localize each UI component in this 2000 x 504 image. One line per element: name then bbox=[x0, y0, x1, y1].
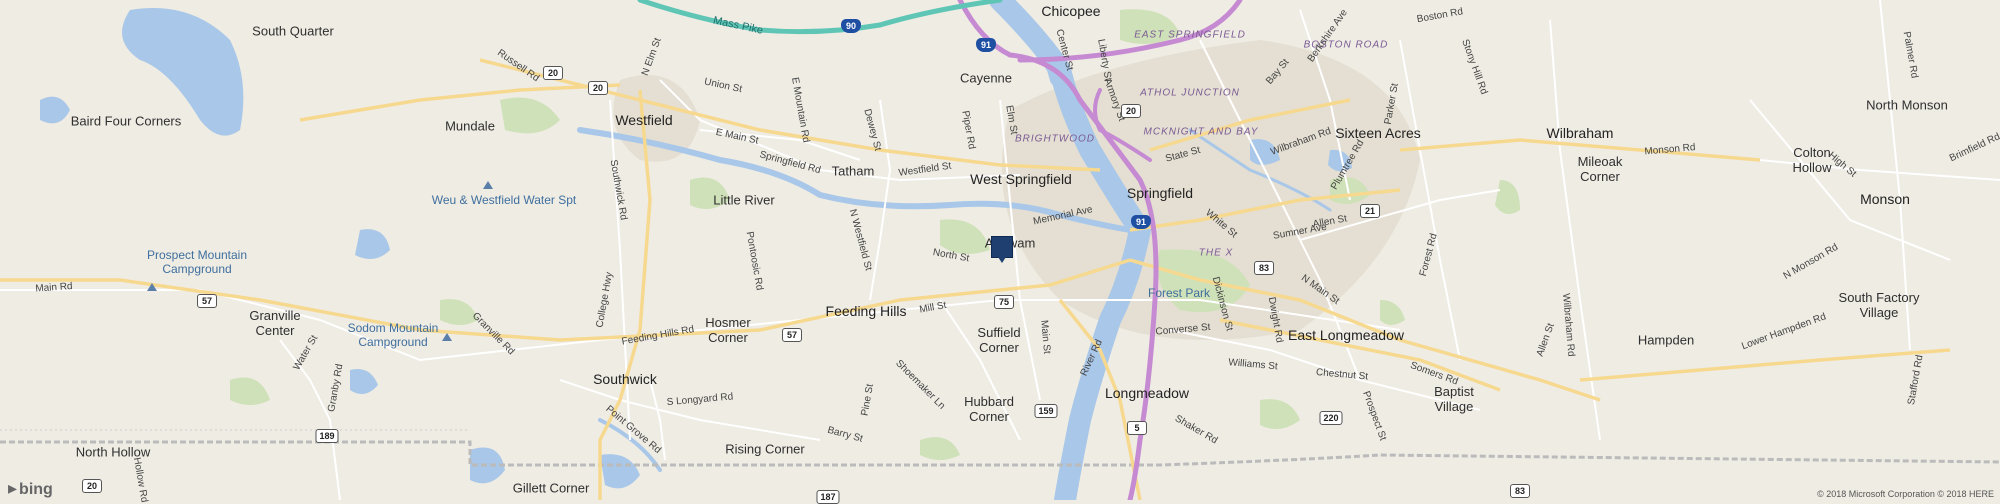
major-roads bbox=[0, 58, 1951, 500]
route-shield: 57 bbox=[782, 328, 802, 342]
route-shield: 20 bbox=[82, 479, 102, 493]
route-shield: 83 bbox=[1254, 261, 1274, 275]
town-label: Chicopee bbox=[1041, 2, 1101, 19]
route-shield: 20 bbox=[1121, 104, 1141, 118]
park-label: Weu & Westfield Water Spt bbox=[431, 193, 577, 208]
state-border bbox=[0, 440, 2000, 467]
location-pin-icon[interactable] bbox=[991, 236, 1013, 263]
town-label: Rising Corner bbox=[725, 441, 805, 457]
interstate-shield: 90 bbox=[841, 19, 861, 33]
town-label: Little River bbox=[713, 192, 775, 208]
route-shield: 189 bbox=[315, 429, 339, 443]
neighborhood-label: ATHOL JUNCTION bbox=[1140, 87, 1240, 99]
town-label: Hampden bbox=[1637, 332, 1695, 348]
town-label: Springfield bbox=[1126, 184, 1194, 201]
town-label: Southwick bbox=[593, 370, 657, 387]
park-marker-icon[interactable] bbox=[483, 181, 493, 189]
route-shield: 21 bbox=[1360, 204, 1380, 218]
town-label: Hubbard Corner bbox=[964, 394, 1014, 424]
neighborhood-label: MCKNIGHT AND BAY bbox=[1143, 126, 1259, 138]
route-shield: 220 bbox=[1319, 411, 1343, 425]
route-shield: 83 bbox=[1510, 484, 1530, 498]
route-shield: 75 bbox=[994, 295, 1014, 309]
park-label: Forest Park bbox=[1147, 286, 1211, 301]
map-canvas[interactable]: South Quarter Baird Four Corners Mundale… bbox=[0, 0, 2000, 504]
town-label: East Longmeadow bbox=[1288, 326, 1404, 343]
town-label: Baptist Village bbox=[1434, 384, 1474, 414]
town-label: North Monson bbox=[1866, 97, 1948, 113]
route-shield: 187 bbox=[816, 490, 840, 504]
bing-logo[interactable]: ▸ bing bbox=[8, 478, 53, 499]
town-label: Feeding Hills bbox=[825, 302, 907, 319]
town-label: West Springfield bbox=[970, 170, 1072, 187]
town-label: South Quarter bbox=[252, 23, 334, 39]
interstate-shield: 91 bbox=[976, 38, 996, 52]
neighborhood-label: BRIGHTWOOD bbox=[1015, 133, 1095, 145]
town-label: Tatham bbox=[831, 163, 875, 179]
park-marker-icon[interactable] bbox=[147, 283, 157, 291]
neighborhood-label: EAST SPRINGFIELD bbox=[1134, 29, 1246, 41]
town-label: Wilbraham bbox=[1546, 124, 1614, 141]
town-label: Suffield Corner bbox=[977, 325, 1021, 355]
interstate-shield: 91 bbox=[1131, 215, 1151, 229]
route-shield: 159 bbox=[1034, 404, 1058, 418]
town-label: South Factory Village bbox=[1838, 290, 1920, 320]
town-label: Longmeadow bbox=[1104, 384, 1190, 401]
town-label: Sixteen Acres bbox=[1335, 124, 1421, 141]
route-shield: 20 bbox=[543, 66, 563, 80]
route-shield: 5 bbox=[1127, 421, 1147, 435]
park-label: Prospect Mountain Campground bbox=[146, 248, 248, 276]
town-label: Baird Four Corners bbox=[70, 113, 182, 129]
neighborhood-label: THE X bbox=[1198, 247, 1234, 259]
town-label: Hosmer Corner bbox=[705, 315, 751, 345]
town-label: Mundale bbox=[445, 118, 495, 134]
route-shield: 20 bbox=[588, 81, 608, 95]
bing-b-icon: ▸ bbox=[8, 478, 18, 498]
route-shield: 57 bbox=[197, 294, 217, 308]
town-label: Cayenne bbox=[959, 70, 1013, 86]
town-label: Mileoak Corner bbox=[1577, 154, 1623, 184]
town-label: Westfield bbox=[615, 111, 673, 128]
town-label: Monson bbox=[1860, 190, 1910, 207]
town-label: Gillett Corner bbox=[512, 480, 590, 496]
town-label: Granville Center bbox=[249, 308, 301, 338]
copyright-text: © 2018 Microsoft Corporation © 2018 HERE bbox=[1817, 489, 1994, 499]
park-label: Sodom Mountain Campground bbox=[347, 321, 439, 349]
